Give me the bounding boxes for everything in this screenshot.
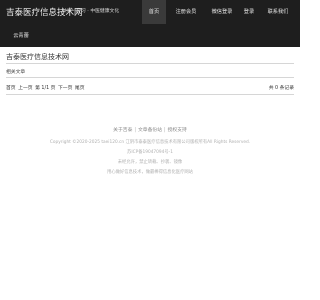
pager-next-link[interactable]: 下一页 [58,86,72,91]
section-label: 相关文章 [6,70,26,75]
footer-link-support[interactable]: 授权支持 [168,128,187,133]
divider [6,94,294,95]
nav-user-name[interactable]: 云青蕾 [6,24,36,48]
separator: | [134,128,136,133]
pager-page-indicator: 第 1/1 页 [35,86,56,91]
divider [6,63,294,64]
nav-login[interactable]: 登录 [238,0,260,24]
copyright-text: Copyright ©2020-2025 taei120.cn 江阴市泰泰医疗信… [49,139,251,145]
icp-link[interactable]: 苏ICP备19047094号-1 [0,148,300,158]
nav-home[interactable]: 首页 [142,0,166,24]
footer-link-about[interactable]: 关于吉泰 [113,128,132,133]
page-title: 吉泰医疗信息技术网 [6,53,69,61]
footer-slogan: 用心做好信息技术，做最棒得信息化医疗网站 [107,169,193,175]
footer-links: 关于吉泰 | 文章备份站 | 授权支持 [0,126,300,133]
footer: 关于吉泰 | 文章备份站 | 授权支持 Copyright ©2020-2025 tae… [0,126,300,178]
pager-first-link[interactable]: 首页 [6,86,16,91]
nav-contact[interactable]: 联系我们 [262,0,294,24]
top-navbar: 吉泰医疗信息技术网 共享 · 学习 · 中医健康文化 首页 注册会员 微信登录 … [0,0,300,47]
record-count: 共 0 条记录 [268,86,294,91]
main-nav: 首页 注册会员 微信登录 登录 联系我们 云青蕾 [0,0,300,47]
divider [6,77,294,78]
pager-last-link[interactable]: 尾页 [75,86,85,91]
pagination: 首页 上一页 第 1/1 页 下一页 尾页 [6,84,86,91]
nav-register[interactable]: 注册会员 [169,0,203,24]
footer-notice: 未经允许，禁止转载、抄袭、镜像 [117,159,183,165]
pager-prev-link[interactable]: 上一页 [18,86,32,91]
nav-wechat-login[interactable]: 微信登录 [206,0,238,24]
separator: | [164,128,166,133]
footer-link-backup[interactable]: 文章备份站 [138,128,162,133]
